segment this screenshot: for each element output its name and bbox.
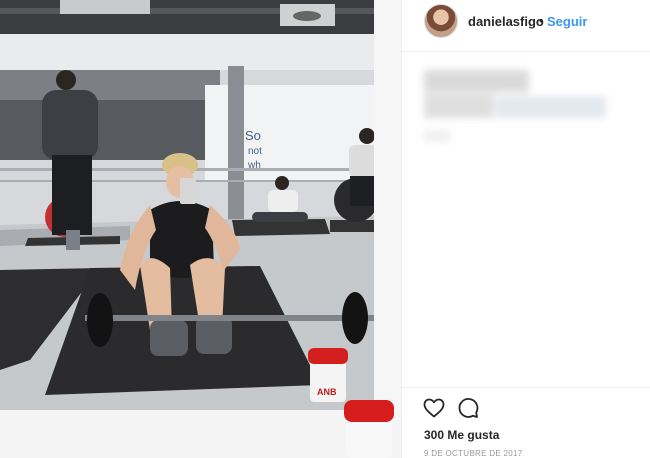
heart-icon[interactable]	[422, 396, 446, 420]
avatar[interactable]	[424, 4, 458, 38]
gym-mirror-selfie-image: So not wh ANB	[0, 0, 401, 458]
wall-text-2: not	[248, 146, 262, 157]
separator-dot: •	[539, 13, 544, 28]
instagram-post: So not wh ANB danielasfigo • Seguir 300 …	[0, 0, 650, 458]
follow-button[interactable]: Seguir	[547, 14, 587, 29]
comment-icon[interactable]	[456, 396, 480, 420]
bottle-label: ANB	[317, 387, 337, 397]
post-actions: 300 Me gusta 9 DE OCTUBRE DE 2017	[402, 387, 650, 458]
post-date: 9 DE OCTUBRE DE 2017	[424, 449, 523, 458]
username-link[interactable]: danielasfigo	[468, 14, 544, 29]
wall-text-1: So	[245, 128, 261, 143]
blurred-caption	[424, 70, 624, 150]
likes-count[interactable]: 300 Me gusta	[424, 428, 499, 442]
post-photo[interactable]: So not wh ANB	[0, 0, 401, 458]
post-sidebar: danielasfigo • Seguir 300 Me gusta 9 DE …	[401, 0, 650, 458]
post-header: danielasfigo • Seguir	[402, 0, 650, 52]
